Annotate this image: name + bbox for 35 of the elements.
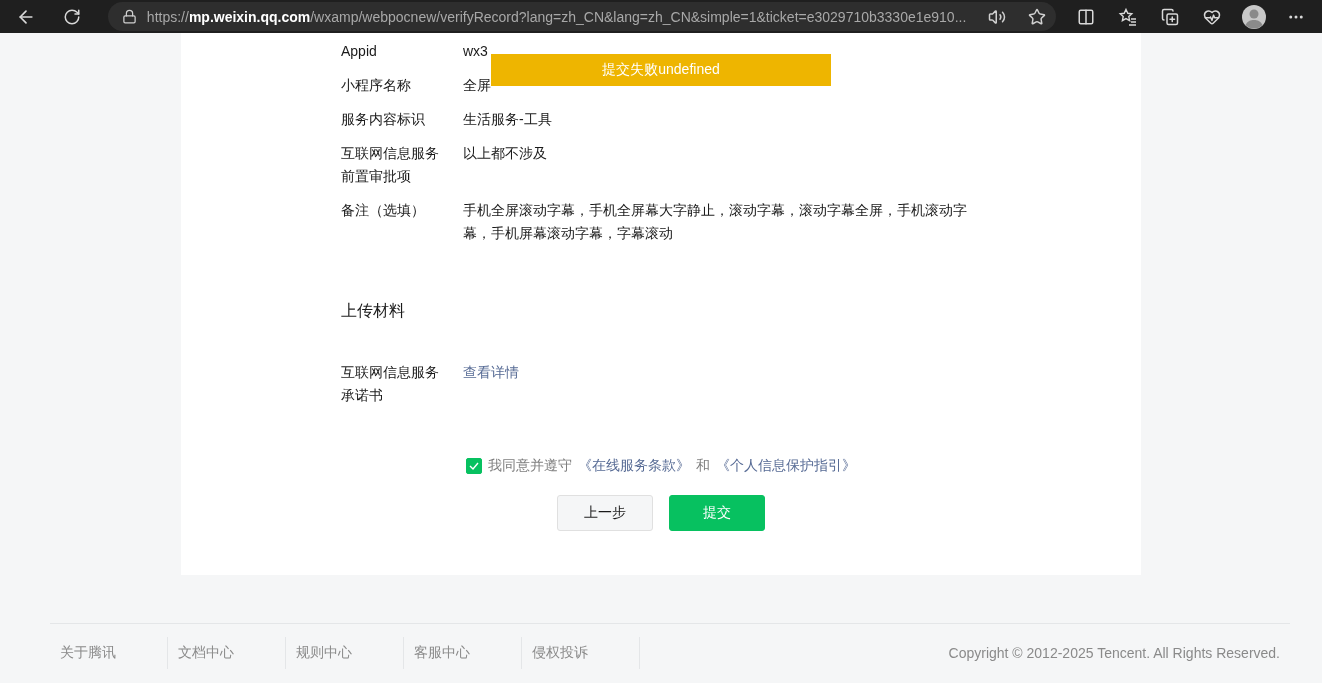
submit-button[interactable]: 提交 xyxy=(669,495,765,531)
avatar-icon[interactable] xyxy=(1242,4,1266,29)
footer-link[interactable]: 规则中心 xyxy=(286,644,362,662)
field-value: 手机全屏滚动字幕，手机全屏幕大字静止，滚动字幕，滚动字幕全屏，手机滚动字幕，手机屏幕滚动字幕，字幕滚动 xyxy=(463,201,968,243)
favorites-icon[interactable] xyxy=(1118,6,1138,27)
agreement-checkbox[interactable] xyxy=(466,458,482,474)
copyright-text: Copyright © 2012-2025 Tencent. All Rights Reserved. xyxy=(948,645,1281,661)
field-value: wx3 xyxy=(463,42,489,61)
footer-link[interactable]: 侵权投诉 xyxy=(522,644,598,662)
details-link[interactable]: 查看详情 xyxy=(463,361,519,407)
terms-link[interactable]: 《在线服务条款》 xyxy=(578,457,690,475)
address-bar[interactable]: https://mp.weixin.qq.com/wxamp/webpocnew/verifyRecord?lang=zh_CN&lang=zh_CN&simple=1&ticket=e3029710b3330e1e910... xyxy=(107,2,1056,31)
conjunction-text: 和 xyxy=(696,457,710,475)
previous-button[interactable]: 上一步 xyxy=(557,495,653,531)
speaker-icon[interactable] xyxy=(988,7,1006,26)
lock-icon xyxy=(121,9,137,24)
field-value: 全屏 xyxy=(463,76,492,95)
field-label: 备注（选填） xyxy=(341,201,426,220)
field-label: 小程序名称 xyxy=(341,76,412,95)
check-icon xyxy=(469,462,479,470)
field-label: 互联网信息服务承诺书 xyxy=(341,363,440,405)
field-value: 以上都不涉及 xyxy=(463,144,548,163)
footer-link[interactable]: 关于腾讯 xyxy=(50,644,126,662)
star-icon[interactable] xyxy=(1028,7,1046,26)
error-toast: 提交失败undefined xyxy=(491,54,831,86)
agreement-text: 我同意并遵守 xyxy=(488,457,572,475)
footer-link[interactable]: 客服中心 xyxy=(404,644,480,662)
url-text: https://mp.weixin.qq.com/wxamp/webpocnew/verifyRecord?lang=zh_CN&lang=zh_CN&simple=1&ticket=e3029710b3330e1e910... xyxy=(146,8,968,25)
field-label: 服务内容标识 xyxy=(341,110,426,129)
field-value: 生活服务-工具 xyxy=(463,110,553,129)
privacy-link[interactable]: 《个人信息保护指引》 xyxy=(716,457,856,475)
field-label: Appid xyxy=(341,42,378,61)
field-label: 互联网信息服务前置审批项 xyxy=(341,144,440,186)
footer-link[interactable]: 文档中心 xyxy=(168,644,244,662)
section-title: 上传材料 xyxy=(341,301,406,321)
